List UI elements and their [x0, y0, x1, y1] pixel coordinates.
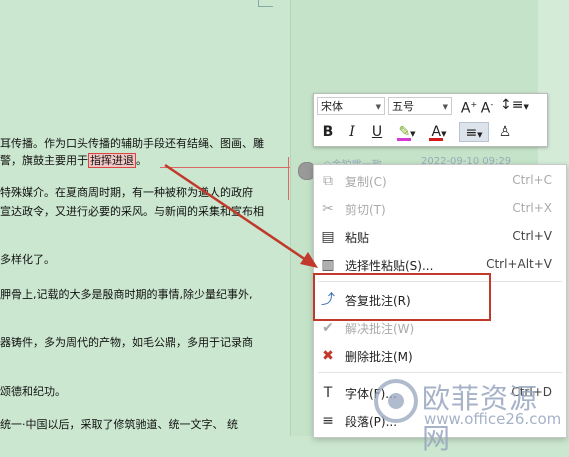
- annotation-arrow: [164, 163, 318, 268]
- watermark-logo-icon: [374, 379, 418, 423]
- watermark-url: www.office26.com: [424, 410, 562, 428]
- watermark: 欧菲资源网 www.office26.com: [372, 375, 562, 455]
